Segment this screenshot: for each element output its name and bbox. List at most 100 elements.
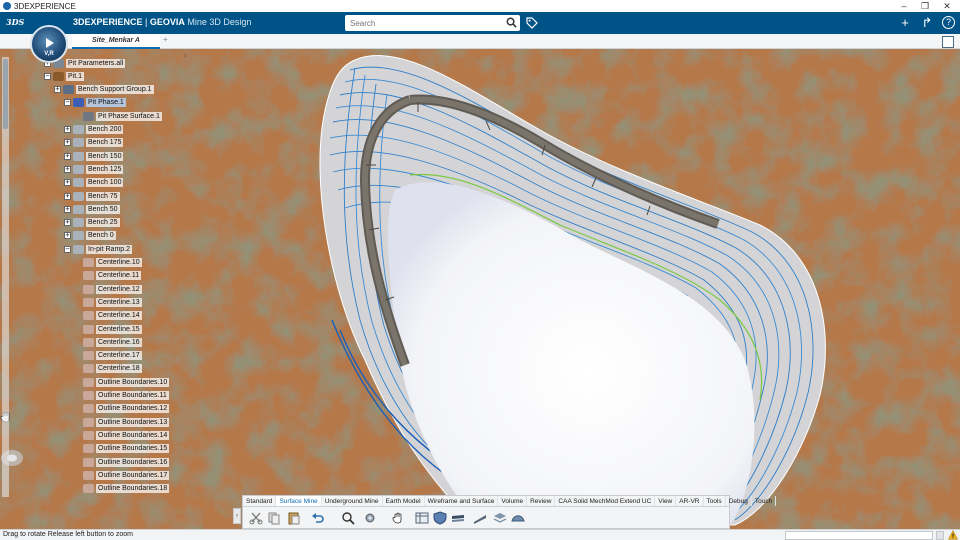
tab-site-menkar-a[interactable]: Site_Menkar A: [72, 34, 160, 49]
cut-icon[interactable]: [249, 511, 263, 525]
tree-node-label[interactable]: Centerline.13: [96, 297, 142, 307]
tab-ar-vr[interactable]: AR-VR: [676, 496, 704, 506]
paste-icon[interactable]: [287, 511, 301, 525]
surface-icon[interactable]: [511, 511, 525, 525]
tree-node-label[interactable]: Outline Boundaries.11: [96, 391, 169, 400]
tree-node[interactable]: Pit Phase Surface.1: [74, 110, 162, 122]
add-icon[interactable]: +: [898, 16, 912, 30]
undo-icon[interactable]: [311, 511, 325, 525]
tree-node-label[interactable]: Bench 200: [86, 125, 124, 134]
tree-node[interactable]: Outline Boundaries.11: [74, 390, 169, 402]
tree-node-label[interactable]: Centerline.15: [96, 324, 142, 334]
ds-logo-icon[interactable]: 3DS: [6, 17, 24, 33]
tree-node-label[interactable]: Outline Boundaries.17: [96, 470, 170, 480]
fullscreen-icon[interactable]: [942, 36, 954, 48]
tab-wireframe-and-surface[interactable]: Wireframe and Surface: [425, 496, 499, 506]
tree-node[interactable]: + Bench Support Group.1: [54, 84, 154, 96]
tree-expander-icon[interactable]: +: [64, 139, 71, 147]
tree-node[interactable]: + Bench 150: [64, 150, 124, 162]
command-input[interactable]: [785, 531, 933, 540]
tree-node-label[interactable]: Centerline.10: [96, 258, 142, 267]
tree-node-label[interactable]: Bench 75: [86, 191, 120, 201]
settings-icon[interactable]: [363, 511, 377, 525]
tree-node[interactable]: Outline Boundaries.10: [74, 376, 170, 388]
tree-expander-icon[interactable]: +: [64, 219, 71, 227]
share-icon[interactable]: ↱: [920, 16, 934, 30]
warning-icon[interactable]: [948, 530, 958, 540]
tree-node[interactable]: + Bench 25: [64, 217, 120, 229]
tree-node-label[interactable]: Centerline.16: [96, 337, 142, 347]
tab-view[interactable]: View: [655, 496, 677, 506]
tree-expander-icon[interactable]: +: [54, 86, 61, 94]
tree-node[interactable]: Centerline.11: [74, 270, 142, 282]
tree-node[interactable]: Outline Boundaries.17: [74, 469, 170, 481]
tree-node[interactable]: + Bench 200: [64, 124, 124, 136]
search-input[interactable]: [345, 15, 520, 31]
tab-earth-model[interactable]: Earth Model: [383, 496, 425, 506]
tree-collapse-icon[interactable]: ‹: [184, 52, 192, 60]
tree-node-label[interactable]: Bench Support Group.1: [76, 85, 154, 95]
table-icon[interactable]: [415, 511, 429, 525]
tree-node-label[interactable]: Bench 100: [86, 178, 124, 188]
tree-node[interactable]: Centerline.12: [74, 283, 142, 295]
help-icon[interactable]: ?: [942, 16, 955, 29]
tree-node-label[interactable]: Centerline.11: [96, 271, 142, 281]
tree-node-label[interactable]: Bench 0: [86, 231, 116, 241]
tab-review[interactable]: Review: [527, 496, 556, 506]
tree-node[interactable]: − Pit.1: [44, 70, 85, 82]
tree-expander-icon[interactable]: +: [64, 232, 71, 240]
tab-underground-mine[interactable]: Underground Mine: [322, 496, 383, 506]
tree-expander-icon[interactable]: −: [64, 245, 71, 253]
tree-node[interactable]: Centerline.16: [74, 336, 142, 348]
close-window-button[interactable]: ✕: [937, 0, 957, 12]
tree-node-label[interactable]: Outline Boundaries.18: [96, 484, 170, 494]
tree-node-label[interactable]: Pit.1: [66, 71, 85, 81]
tree-node-label[interactable]: Outline Boundaries.12: [96, 404, 170, 414]
tree-node-label[interactable]: Outline Boundaries.13: [96, 417, 170, 427]
tab-debug[interactable]: Debug: [726, 496, 752, 506]
tree-expander-icon[interactable]: +: [64, 192, 71, 200]
tree-node-label[interactable]: Bench 175: [86, 138, 124, 148]
hand-icon[interactable]: [391, 511, 405, 525]
tree-node-label[interactable]: Bench 50: [86, 204, 120, 214]
tag-icon[interactable]: [526, 17, 538, 29]
tab-touch[interactable]: Touch: [752, 496, 777, 506]
tree-node[interactable]: + Bench 175: [64, 137, 124, 149]
tree-node-label[interactable]: Centerline.12: [96, 284, 142, 294]
tree-node-label[interactable]: Centerline.17: [96, 351, 142, 361]
tab-surface-mine[interactable]: Surface Mine: [276, 496, 322, 506]
tree-node[interactable]: Outline Boundaries.13: [74, 416, 170, 428]
tree-expander-icon[interactable]: −: [44, 72, 51, 80]
tree-node-label[interactable]: Bench 125: [86, 164, 124, 174]
tab-volume[interactable]: Volume: [498, 496, 528, 506]
tree-expander-icon[interactable]: +: [64, 179, 71, 187]
tree-node-label[interactable]: Outline Boundaries.10: [96, 377, 170, 387]
tree-scrollbar[interactable]: [2, 57, 9, 497]
tab-tools[interactable]: Tools: [704, 496, 726, 506]
shield-icon[interactable]: [433, 511, 447, 525]
tree-node-label[interactable]: Outline Boundaries.16: [96, 457, 170, 467]
tree-node-label[interactable]: Outline Boundaries.15: [96, 444, 170, 454]
layers-icon[interactable]: [493, 511, 507, 525]
command-input-button[interactable]: [936, 531, 944, 540]
tree-node[interactable]: Centerline.14: [74, 310, 142, 322]
tab-caa-solid-mechmod-extend-uc[interactable]: CAA Solid MechMod Extend UC: [555, 496, 656, 506]
tree-expander-icon[interactable]: +: [64, 126, 71, 133]
tree-node-label[interactable]: Pit Parameters.all: [66, 58, 126, 68]
tree-node[interactable]: + Bench 125: [64, 163, 124, 175]
compass-icon[interactable]: V,R: [30, 25, 68, 63]
copy-icon[interactable]: [267, 511, 281, 525]
tree-node-label[interactable]: Outline Boundaries.14: [96, 430, 170, 440]
tree-node[interactable]: − In-pit Ramp.2: [64, 243, 133, 255]
restore-button[interactable]: ❐: [915, 0, 935, 12]
tree-node[interactable]: Centerline.10: [74, 257, 142, 269]
tree-expander-icon[interactable]: +: [64, 205, 71, 213]
bench-icon[interactable]: [451, 511, 465, 525]
tree-node[interactable]: + Bench 0: [64, 230, 116, 242]
minimize-button[interactable]: –: [894, 0, 914, 12]
ramp-icon[interactable]: [473, 511, 487, 525]
tree-node[interactable]: Outline Boundaries.15: [74, 443, 170, 455]
tree-expander-icon[interactable]: +: [64, 165, 71, 173]
tree-node-label[interactable]: Bench 25: [86, 218, 120, 228]
zoom-icon[interactable]: [341, 511, 355, 525]
